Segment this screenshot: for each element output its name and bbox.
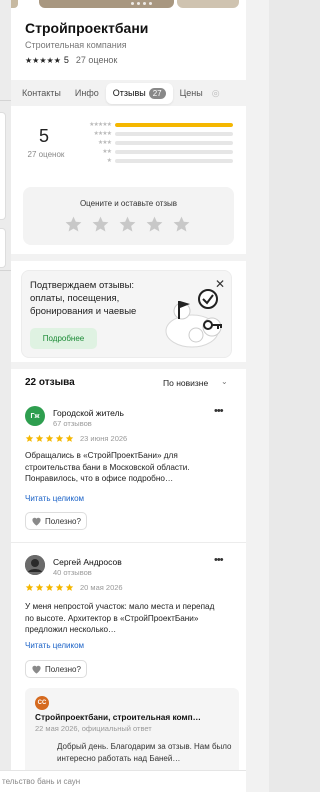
tab-contacts[interactable]: Контакты	[15, 83, 68, 103]
read-more-link[interactable]: Читать целиком	[25, 494, 84, 503]
rate-star-3-icon[interactable]	[118, 215, 137, 234]
review-author[interactable]: Городской житель	[53, 408, 124, 418]
bottom-bar[interactable]: тельство бань и саун	[0, 770, 246, 792]
rating-bar-4: ★★★★	[77, 129, 233, 138]
company-logo: СС	[35, 696, 49, 710]
review-rating-line: 23 июня 2026	[25, 434, 127, 443]
reply-date: 22 мая 2026, официальный ответ	[35, 724, 152, 733]
rating-bar-stars-icon: ★★★	[97, 140, 112, 146]
reviews-header: 22 отзыва По новизне ⌄	[11, 374, 246, 392]
org-rating-count: 27 оценок	[75, 55, 118, 65]
review-author-count: 40 отзывов	[53, 568, 92, 577]
rate-star-1-icon[interactable]	[64, 215, 83, 234]
review-date: 23 июня 2026	[80, 434, 128, 443]
rating-bar-stars-icon: ★	[106, 158, 112, 164]
owner-reply: СС Стройпроектбани, строительная комп… 2…	[25, 688, 239, 778]
review-date: 20 мая 2026	[80, 583, 123, 592]
rate-stars	[64, 215, 191, 234]
organization-panel: Стройпроектбани Строительная компания ★★…	[11, 0, 246, 792]
review-author-count: 67 отзывов	[53, 419, 92, 428]
photo-thumb[interactable]	[39, 0, 174, 8]
rate-prompt: Оцените и оставьте отзыв	[23, 187, 234, 245]
ratings-count: 27 оценок	[27, 150, 65, 159]
rate-star-4-icon[interactable]	[145, 215, 164, 234]
more-options-icon[interactable]: •••	[214, 554, 224, 566]
rate-star-2-icon[interactable]	[91, 215, 110, 234]
rating-bar-3: ★★★	[77, 138, 233, 147]
tab-reviews[interactable]: Отзывы 27	[105, 82, 173, 104]
promo-more-button[interactable]: Подробнее	[30, 328, 97, 349]
avatar[interactable]: Гж	[25, 406, 45, 426]
map-strip	[0, 0, 11, 792]
bottom-bar-text: тельство бань и саун	[2, 777, 81, 786]
rating-bar-track	[115, 140, 233, 145]
rating-bar-track	[115, 158, 233, 163]
rate-prompt-label: Оцените и оставьте отзыв	[79, 199, 178, 208]
useful-label: Полезно?	[45, 664, 81, 674]
review-text: Обращались в «СтройПроектБани» для строи…	[25, 451, 190, 483]
gallery-dots	[131, 2, 152, 5]
more-tabs-icon[interactable]: ◎	[210, 83, 222, 104]
tab-info[interactable]: Инфо	[68, 83, 106, 103]
map-road	[0, 270, 11, 271]
reviews-count: 22 отзыва	[25, 377, 75, 388]
useful-label: Полезно?	[45, 516, 81, 526]
average-rating: 5	[39, 126, 50, 146]
review-stars-icon	[25, 434, 74, 443]
read-more-link[interactable]: Читать целиком	[25, 641, 84, 650]
map-road	[0, 100, 11, 101]
review-stars-icon	[25, 583, 74, 592]
chevron-down-icon[interactable]: ⌄	[221, 377, 228, 386]
rating-bar-track	[115, 149, 233, 154]
review-author[interactable]: Сергей Андросов	[53, 557, 122, 567]
tab-bar: Контакты Инфо Отзывы 27 Цены ◎	[11, 80, 246, 106]
more-options-icon[interactable]: •••	[214, 405, 224, 417]
rating-bar-2: ★★	[77, 147, 233, 156]
heart-icon	[32, 665, 41, 674]
reply-text: Добрый день. Благодарим за отзыв. Нам бы…	[57, 742, 232, 763]
avatar[interactable]	[25, 555, 45, 575]
user-photo-icon	[25, 555, 45, 575]
rating-bar-track	[115, 131, 233, 136]
photo-gallery[interactable]	[11, 0, 246, 10]
map-card-edge	[0, 228, 6, 268]
org-rating[interactable]: ★★★★★ 5 27 оценок	[25, 55, 117, 65]
sort-dropdown[interactable]: По новизне	[163, 378, 208, 388]
promo-illustration-icon	[165, 289, 222, 348]
rating-bar-track	[115, 122, 233, 127]
rating-bar-5: ★★★★★	[77, 120, 233, 129]
section-divider	[11, 362, 246, 369]
tab-reviews-label: Отзывы	[112, 88, 146, 98]
useful-button[interactable]: Полезно?	[25, 660, 87, 678]
rating-bar-stars-icon: ★★★★	[93, 131, 112, 137]
review-rating-line: 20 мая 2026	[25, 583, 123, 592]
org-category: Строительная компания	[25, 40, 127, 50]
verified-reviews-promo: Подтверждаем отзывы: оплаты, посещения, …	[21, 270, 232, 358]
rating-bar-stars-icon: ★★	[102, 149, 112, 155]
reply-author: Стройпроектбани, строительная комп…	[35, 712, 201, 722]
tab-prices[interactable]: Цены	[173, 83, 210, 103]
tab-reviews-badge: 27	[148, 87, 166, 99]
promo-text: Подтверждаем отзывы: оплаты, посещения, …	[30, 280, 137, 317]
rate-star-5-icon[interactable]	[172, 215, 191, 234]
review-divider	[11, 542, 246, 543]
rating-stars-icon: ★★★★★	[25, 55, 61, 65]
org-rating-value: 5	[63, 55, 69, 65]
heart-icon	[32, 517, 41, 526]
useful-button[interactable]: Полезно?	[25, 512, 87, 530]
rating-bar-1: ★	[77, 156, 233, 165]
review-text: У меня непростой участок: мало места и п…	[25, 602, 215, 634]
rating-bar-stars-icon: ★★★★★	[89, 122, 112, 128]
section-divider	[11, 254, 246, 261]
map-card-edge	[0, 112, 6, 220]
org-title: Стройпроектбани	[25, 20, 149, 36]
rating-distribution: ★★★★★ ★★★★ ★★★ ★★ ★	[77, 120, 233, 165]
scrollbar-track[interactable]	[246, 0, 269, 792]
rating-bar-fill	[115, 122, 233, 127]
photo-thumb[interactable]	[177, 0, 239, 8]
photo-thumb[interactable]	[11, 0, 18, 8]
